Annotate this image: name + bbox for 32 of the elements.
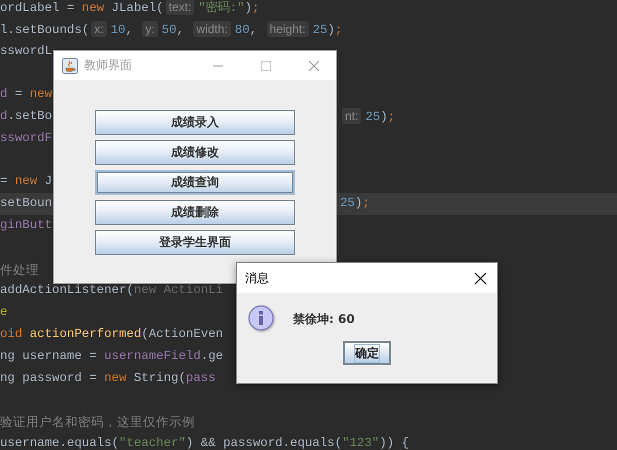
menu-button[interactable]: 登录学生界面	[95, 230, 295, 255]
code-line: = new J	[0, 174, 52, 188]
code-line: l.setBounds( x: 10, y: 50, width: 80, height: 25);	[0, 22, 342, 37]
code-line: username.equals("teacher") && password.equals("123")) {	[0, 436, 409, 450]
close-icon[interactable]	[474, 272, 487, 284]
window-title: 教师界面	[84, 57, 133, 74]
menu-button[interactable]: 成绩录入	[95, 110, 295, 135]
menu-button[interactable]: 成绩查询	[95, 170, 295, 195]
ok-button[interactable]: 确定	[343, 341, 391, 365]
code-line: sswordL	[0, 44, 52, 58]
info-icon	[248, 305, 276, 333]
code-line: oid actionPerformed(ActionEven	[0, 326, 224, 341]
dialog-title: 消息	[245, 270, 269, 286]
code-line: 件处理	[0, 264, 39, 278]
code-line: e	[0, 305, 8, 320]
code-line: ginButt	[0, 218, 52, 232]
code-line: d.setBo	[0, 108, 52, 123]
code-line: ordLabel = new JLabel( text: "密码:");	[0, 1, 260, 15]
message-text: 禁徐坤: 60	[293, 310, 355, 328]
code-line: ng password = new String(pass	[0, 370, 216, 385]
code-line: addActionListener(new ActionLi	[0, 283, 224, 298]
code-line: 25);	[340, 196, 370, 210]
code-line: ng username = usernameField.ge	[0, 348, 224, 363]
menu-button[interactable]: 成绩删除	[95, 200, 295, 225]
coffee-cup-icon	[62, 58, 78, 74]
code-line: sswordF	[0, 130, 52, 145]
maximize-icon[interactable]	[260, 60, 272, 72]
code-line: 验证用户名和密码，这里仅作示例	[0, 416, 195, 430]
menu-button[interactable]: 成绩修改	[95, 140, 295, 165]
code-line: setBoun	[0, 196, 52, 210]
code-line: d = new	[0, 87, 52, 102]
code-line: nt: 25);	[340, 110, 396, 124]
